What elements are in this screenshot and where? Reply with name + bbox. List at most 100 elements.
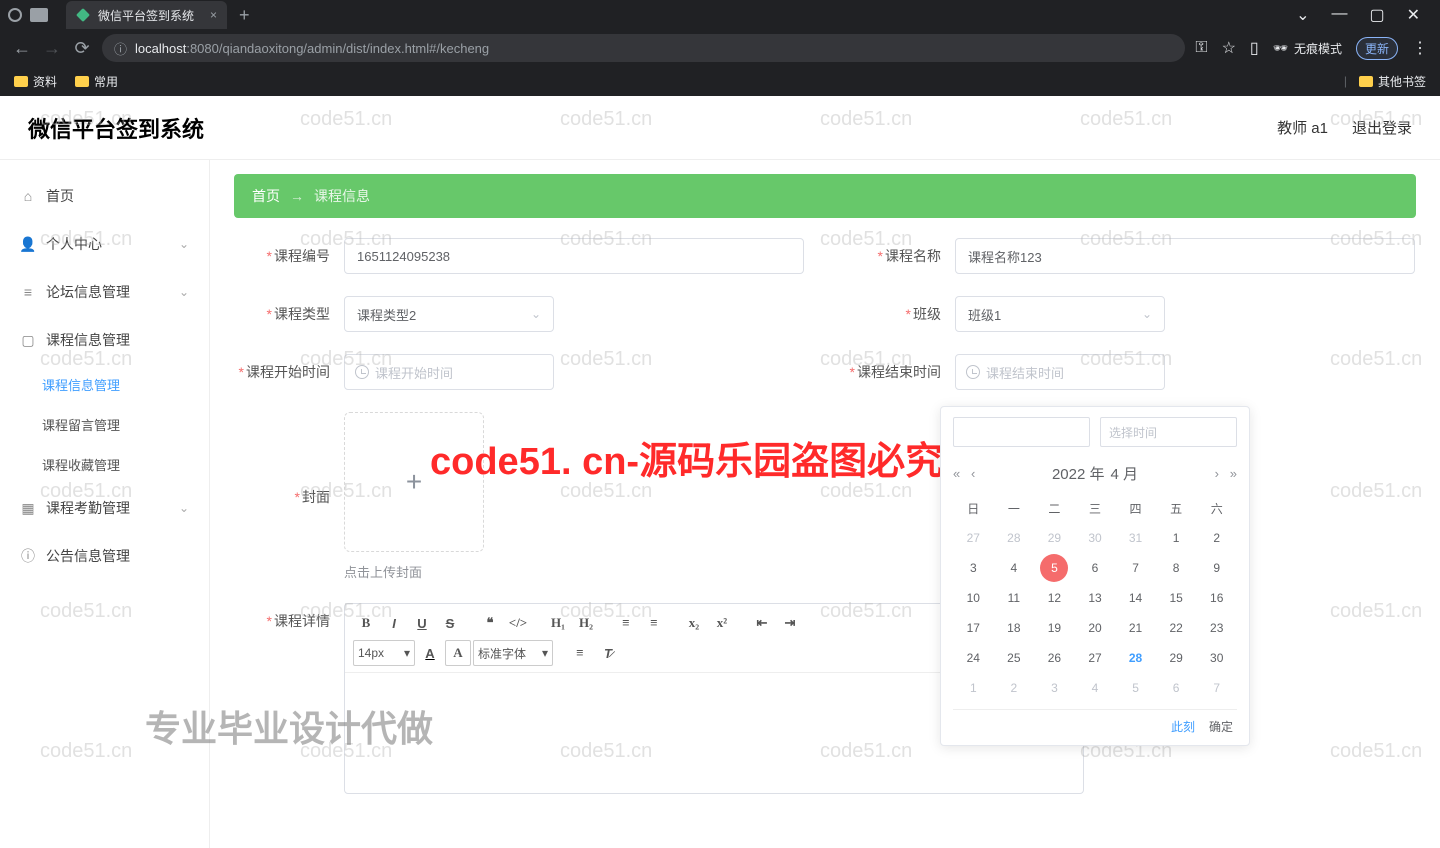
dp-day[interactable]: 28 <box>1115 643 1156 673</box>
dp-day[interactable]: 1 <box>953 673 994 703</box>
sidebar-item-forum[interactable]: ≡论坛信息管理⌄ <box>0 268 209 316</box>
sidebar-subitem-course-info[interactable]: 课程信息管理 <box>0 364 209 404</box>
dp-day[interactable]: 16 <box>1196 583 1237 613</box>
dp-day[interactable]: 28 <box>994 523 1035 553</box>
dp-day[interactable]: 3 <box>1034 673 1075 703</box>
italic-button[interactable]: I <box>381 610 407 636</box>
dp-day[interactable]: 29 <box>1156 643 1197 673</box>
font-size-select[interactable]: 14px▾ <box>353 640 415 666</box>
dp-day[interactable]: 7 <box>1196 673 1237 703</box>
dp-day[interactable]: 20 <box>1075 613 1116 643</box>
strike-button[interactable]: S <box>437 610 463 636</box>
current-user[interactable]: 教师 a1 <box>1277 117 1328 138</box>
sidebar-item-attendance[interactable]: ▦课程考勤管理⌄ <box>0 484 209 532</box>
dp-day[interactable]: 5 <box>1115 673 1156 703</box>
dp-day[interactable]: 11 <box>994 583 1035 613</box>
dp-year[interactable]: 2022 年 <box>1052 463 1105 484</box>
bookmark-folder-1[interactable]: 资料 <box>14 73 57 90</box>
update-button[interactable]: 更新 <box>1356 37 1398 60</box>
quote-button[interactable]: ❝ <box>477 610 503 636</box>
ol-button[interactable]: ≡ <box>613 610 639 636</box>
ul-button[interactable]: ≡ <box>641 610 667 636</box>
maximize-icon[interactable]: ▢ <box>1369 5 1384 25</box>
url-input[interactable]: ⓘ localhost :8080/qiandaoxitong/admin/di… <box>102 34 1185 62</box>
dp-day[interactable]: 3 <box>953 553 994 583</box>
dp-day[interactable]: 1 <box>1156 523 1197 553</box>
star-icon[interactable]: ☆ <box>1222 38 1236 58</box>
sidebar-subitem-course-msg[interactable]: 课程留言管理 <box>0 404 209 444</box>
sidebar-item-personal[interactable]: 👤个人中心⌄ <box>0 220 209 268</box>
dp-day[interactable]: 17 <box>953 613 994 643</box>
dp-day[interactable]: 4 <box>1075 673 1116 703</box>
font-family-select[interactable]: 标准字体▾ <box>473 640 553 666</box>
h1-button[interactable]: H₁ <box>545 610 571 636</box>
back-button[interactable]: ← <box>12 38 32 59</box>
sidebar-subitem-course-fav[interactable]: 课程收藏管理 <box>0 444 209 484</box>
dp-day[interactable]: 29 <box>1034 523 1075 553</box>
dp-month[interactable]: 4 月 <box>1111 463 1139 484</box>
dp-day[interactable]: 6 <box>1156 673 1197 703</box>
prev-year-button[interactable]: « <box>953 466 960 481</box>
dp-day[interactable]: 7 <box>1115 553 1156 583</box>
align-button[interactable]: ≡ <box>567 640 593 666</box>
dp-day[interactable]: 23 <box>1196 613 1237 643</box>
dp-day[interactable]: 2 <box>994 673 1035 703</box>
dp-day[interactable]: 27 <box>953 523 994 553</box>
dp-ok-button[interactable]: 确定 <box>1209 718 1233 735</box>
close-window-icon[interactable]: ✕ <box>1407 5 1420 25</box>
input-start-time[interactable]: 课程开始时间 <box>344 354 554 390</box>
bg-color-button[interactable]: A <box>445 640 471 666</box>
code-button[interactable]: </> <box>505 610 531 636</box>
chevron-down-icon[interactable]: ⌄ <box>1296 5 1309 25</box>
menu-dots-icon[interactable]: ⋮ <box>1412 38 1428 58</box>
minimize-icon[interactable]: — <box>1331 5 1347 25</box>
outdent-button[interactable]: ⇤ <box>749 610 775 636</box>
sidebar-item-notice[interactable]: ⓘ公告信息管理 <box>0 532 209 580</box>
indent-button[interactable]: ⇥ <box>777 610 803 636</box>
input-course-name[interactable]: 课程名称123 <box>955 238 1415 274</box>
bookmark-folder-2[interactable]: 常用 <box>75 73 118 90</box>
next-month-button[interactable]: › <box>1215 466 1219 481</box>
dp-day[interactable]: 12 <box>1034 583 1075 613</box>
sidebar-item-home[interactable]: ⌂首页 <box>0 172 209 220</box>
breadcrumb-home[interactable]: 首页 <box>252 186 280 206</box>
dp-day[interactable]: 4 <box>994 553 1035 583</box>
select-course-type[interactable]: 课程类型2⌄ <box>344 296 554 332</box>
dp-date-input[interactable]: 选择日期 <box>953 417 1090 447</box>
dp-now-button[interactable]: 此刻 <box>1171 718 1195 735</box>
select-class[interactable]: 班级1⌄ <box>955 296 1165 332</box>
dp-day[interactable]: 31 <box>1115 523 1156 553</box>
dp-day[interactable]: 5 <box>1034 553 1075 583</box>
dp-day[interactable]: 19 <box>1034 613 1075 643</box>
input-end-time[interactable]: 课程结束时间 <box>955 354 1165 390</box>
subscript-button[interactable]: x₂ <box>681 610 707 636</box>
forward-button[interactable]: → <box>42 38 62 59</box>
dp-day[interactable]: 15 <box>1156 583 1197 613</box>
dp-day[interactable]: 8 <box>1156 553 1197 583</box>
dp-day[interactable]: 18 <box>994 613 1035 643</box>
other-bookmarks[interactable]: 其他书签 <box>1359 73 1426 90</box>
reload-button[interactable]: ⟳ <box>72 38 92 59</box>
upload-cover[interactable]: + <box>344 412 484 552</box>
input-course-no[interactable]: 1651124095238 <box>344 238 804 274</box>
h2-button[interactable]: H₂ <box>573 610 599 636</box>
dp-day[interactable]: 22 <box>1156 613 1197 643</box>
panel-icon[interactable]: ▯ <box>1250 38 1259 58</box>
logout-link[interactable]: 退出登录 <box>1352 117 1412 138</box>
next-year-button[interactable]: » <box>1230 466 1237 481</box>
dp-day[interactable]: 24 <box>953 643 994 673</box>
dp-day[interactable]: 6 <box>1075 553 1116 583</box>
dp-day[interactable]: 21 <box>1115 613 1156 643</box>
sidebar-item-course[interactable]: ▢课程信息管理 <box>0 316 209 364</box>
prev-month-button[interactable]: ‹ <box>971 466 975 481</box>
superscript-button[interactable]: x² <box>709 610 735 636</box>
text-color-button[interactable]: A <box>417 640 443 666</box>
active-tab[interactable]: 微信平台签到系统 × <box>66 1 227 29</box>
dp-day[interactable]: 25 <box>994 643 1035 673</box>
underline-button[interactable]: U <box>409 610 435 636</box>
clear-format-button[interactable]: T̷ <box>595 640 621 666</box>
dp-day[interactable]: 9 <box>1196 553 1237 583</box>
dp-day[interactable]: 27 <box>1075 643 1116 673</box>
dp-day[interactable]: 13 <box>1075 583 1116 613</box>
dp-day[interactable]: 10 <box>953 583 994 613</box>
